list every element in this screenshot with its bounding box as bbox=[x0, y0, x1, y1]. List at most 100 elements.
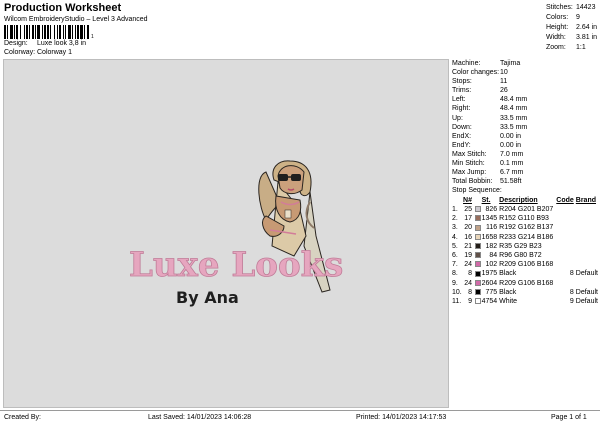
row-index: 4. bbox=[452, 233, 458, 241]
design-row: Design: Luxe look 3,8 in bbox=[4, 40, 86, 47]
stitch-count: 182 bbox=[485, 242, 498, 250]
barcode-number: 1 bbox=[91, 34, 94, 40]
color-description: Black bbox=[499, 270, 517, 278]
thread-code: 8 bbox=[569, 270, 574, 278]
thread-brand: Default bbox=[575, 288, 598, 296]
needle-number: 19 bbox=[464, 252, 472, 260]
design-text-line1: Luxe Looks bbox=[129, 245, 343, 285]
detail-value: 26 bbox=[500, 87, 508, 95]
color-swatch bbox=[474, 279, 482, 288]
stat-row: Height: 2.64 in bbox=[546, 23, 598, 33]
detail-label: Trims: bbox=[452, 87, 472, 95]
thread-brand: Default bbox=[575, 270, 598, 278]
table-row: 2. 17 1345 R152 G110 B93 bbox=[452, 214, 598, 223]
stitch-count: 84 bbox=[489, 252, 498, 260]
barcode bbox=[4, 25, 89, 39]
detail-row: Up: 33.5 mm bbox=[452, 114, 598, 123]
stop-sequence-table: N# St. Description Code Brand 1. 25 826 R20… bbox=[452, 196, 598, 306]
row-index: 1. bbox=[452, 206, 458, 213]
colorway-row: Colorway: Colorway 1 bbox=[4, 49, 72, 56]
row-index: 3. bbox=[452, 224, 458, 232]
thread-brand bbox=[576, 223, 598, 232]
thread-brand bbox=[576, 205, 598, 214]
page-title: Production Worksheet bbox=[4, 2, 122, 14]
table-header-row: N# St. Description Code Brand bbox=[452, 196, 598, 205]
stitch-count: 102 bbox=[485, 261, 498, 269]
detail-value: 0.1 mm bbox=[500, 160, 524, 168]
stat-value: 9 bbox=[576, 14, 580, 21]
design-label: Design: bbox=[4, 40, 28, 47]
detail-row: Trims: 26 bbox=[452, 86, 598, 95]
detail-value: 48.4 mm bbox=[500, 105, 528, 113]
needle-number: 21 bbox=[464, 242, 472, 250]
thread-brand bbox=[576, 233, 598, 242]
detail-row: Min Stitch: 0.1 mm bbox=[452, 159, 598, 168]
detail-label: EndY: bbox=[452, 141, 471, 149]
color-swatch bbox=[474, 251, 482, 260]
stop-sequence: Stop Sequence: N# St. Description Code B… bbox=[452, 186, 598, 306]
row-index: 6. bbox=[452, 252, 458, 260]
swatch-box bbox=[474, 279, 481, 286]
design-preview-canvas: Luxe Looks By Ana bbox=[3, 59, 449, 408]
stat-row: Colors: 9 bbox=[546, 13, 598, 23]
thread-code bbox=[556, 251, 576, 260]
colorway-value: Colorway 1 bbox=[37, 49, 73, 56]
stat-label: Width: bbox=[546, 34, 566, 41]
swatch-box bbox=[474, 206, 481, 213]
swatch-box bbox=[474, 298, 481, 305]
stitch-count: 1345 bbox=[481, 215, 498, 223]
color-description: Black bbox=[499, 288, 517, 296]
created-by: Created By: bbox=[4, 414, 41, 421]
detail-row: EndX: 0.00 in bbox=[452, 132, 598, 141]
stat-value: 1:1 bbox=[576, 44, 586, 51]
color-description: R96 G80 B72 bbox=[499, 252, 542, 260]
stat-row: Zoom: 1:1 bbox=[546, 43, 598, 53]
last-saved: Last Saved: 14/01/2023 14:06:28 bbox=[148, 414, 252, 421]
stitch-count: 116 bbox=[486, 224, 498, 232]
design-text-line2: By Ana bbox=[176, 288, 239, 307]
stitch-count: 4754 bbox=[481, 298, 498, 306]
row-index: 8. bbox=[452, 270, 458, 278]
row-index: 7. bbox=[452, 261, 458, 269]
thread-code: 9 bbox=[569, 298, 574, 306]
thread-brand bbox=[576, 242, 598, 251]
swatch-box bbox=[474, 224, 481, 231]
color-swatch bbox=[474, 205, 482, 214]
table-row: 3. 20 116 R192 G162 B137 bbox=[452, 223, 598, 232]
thread-brand: Default bbox=[575, 298, 598, 306]
colorway-label: Colorway: bbox=[4, 49, 36, 56]
detail-label: Machine: bbox=[452, 60, 481, 67]
table-row: 9. 24 2604 R209 G106 B168 bbox=[452, 279, 598, 288]
color-swatch bbox=[474, 269, 482, 278]
color-description: R35 G29 B23 bbox=[499, 242, 542, 250]
table-row: 11. 9 4754 White 9 Default bbox=[452, 297, 598, 306]
detail-value: 33.5 mm bbox=[500, 123, 528, 131]
footer-bar: Created By: Last Saved: 14/01/2023 14:06… bbox=[0, 410, 600, 424]
detail-label: Stops: bbox=[452, 78, 472, 86]
color-description: R209 G106 B168 bbox=[499, 261, 554, 269]
needle-number: 17 bbox=[464, 215, 472, 223]
color-swatch bbox=[474, 288, 482, 297]
needle-number: 16 bbox=[464, 233, 472, 241]
detail-label: Total Bobbin: bbox=[452, 178, 493, 186]
needle-number: 20 bbox=[464, 224, 472, 232]
stitch-count: 775 bbox=[485, 288, 498, 296]
table-row: 5. 21 182 R35 G29 B23 bbox=[452, 242, 598, 251]
needle-number: 25 bbox=[464, 206, 472, 213]
color-swatch bbox=[474, 223, 482, 232]
detail-label: EndX: bbox=[452, 132, 472, 140]
swatch-box bbox=[474, 215, 481, 222]
stitch-count: 1658 bbox=[481, 233, 498, 241]
detail-label: Max Jump: bbox=[452, 169, 487, 177]
swatch-box bbox=[474, 288, 481, 295]
col-brand: Brand bbox=[575, 197, 597, 204]
table-row: 4. 16 1658 R233 G214 B186 bbox=[452, 233, 598, 242]
stop-sequence-title: Stop Sequence: bbox=[452, 187, 502, 194]
color-swatch bbox=[474, 214, 482, 223]
detail-label: Min Stitch: bbox=[452, 160, 485, 168]
swatch-box bbox=[474, 261, 481, 268]
software-name: Wilcom EmbroideryStudio – Level 3 Advanc… bbox=[4, 16, 148, 23]
col-description: Description bbox=[499, 197, 538, 204]
stat-label: Colors: bbox=[546, 14, 569, 21]
detail-row: Color changes:10 bbox=[452, 68, 598, 77]
